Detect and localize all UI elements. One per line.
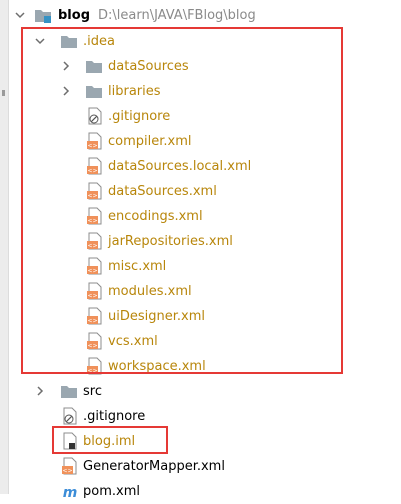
project-name: blog — [58, 8, 90, 23]
chevron-right-icon[interactable] — [35, 386, 45, 396]
folder-icon — [61, 386, 77, 398]
svg-text:<>: <> — [87, 368, 97, 375]
file-label: encodings.xml — [108, 209, 203, 224]
xml-file-icon: <> — [87, 232, 102, 250]
idea-folder-label: .idea — [83, 34, 115, 49]
tree-row-file[interactable]: <> misc.xml — [0, 254, 401, 279]
svg-text:<>: <> — [62, 468, 72, 475]
tree-row-file[interactable]: <> modules.xml — [0, 279, 401, 304]
file-label: modules.xml — [108, 284, 192, 299]
svg-text:<>: <> — [87, 318, 97, 325]
svg-text:<>: <> — [87, 243, 97, 250]
tree-row-idea-folder[interactable]: .idea — [0, 29, 401, 54]
svg-text:<>: <> — [87, 293, 97, 300]
tree-row-file[interactable]: <> compiler.xml — [0, 129, 401, 154]
xml-file-icon: <> — [87, 282, 102, 300]
xml-file-icon: <> — [87, 157, 102, 175]
tree-row-file[interactable]: <> vcs.xml — [0, 329, 401, 354]
xml-file-icon: <> — [87, 182, 102, 200]
tree-row-file[interactable]: <> encodings.xml — [0, 204, 401, 229]
xml-file-icon: <> — [87, 332, 102, 350]
ignore-file-icon — [88, 107, 102, 125]
tree-row-file[interactable]: <> workspace.xml — [0, 354, 401, 379]
module-folder-icon — [35, 10, 51, 23]
folder-icon — [86, 61, 102, 73]
tree-row-file[interactable]: <> dataSources.xml — [0, 179, 401, 204]
svg-text:<>: <> — [87, 218, 97, 225]
svg-text:<>: <> — [87, 168, 97, 175]
tree-row-src-folder[interactable]: src — [0, 379, 401, 404]
xml-file-icon: <> — [87, 132, 102, 150]
tree-row-project-root[interactable]: blog D:\learn\JAVA\FBlog\blog — [0, 3, 401, 28]
chevron-right-icon[interactable] — [61, 86, 71, 96]
svg-text:<>: <> — [87, 193, 97, 200]
tree-row-file[interactable]: <> uiDesigner.xml — [0, 304, 401, 329]
chevron-down-icon[interactable] — [35, 36, 45, 46]
xml-file-icon: <> — [87, 257, 102, 275]
file-label: compiler.xml — [108, 134, 192, 149]
iml-file-icon — [63, 432, 77, 450]
folder-icon — [61, 36, 77, 48]
file-label: vcs.xml — [108, 334, 158, 349]
file-label: .gitignore — [108, 109, 171, 124]
tree-row-file[interactable]: <> dataSources.local.xml — [0, 154, 401, 179]
xml-file-icon: <> — [87, 207, 102, 225]
tree-row-datasources-folder[interactable]: dataSources — [0, 54, 401, 79]
src-folder-label: src — [83, 384, 102, 399]
file-label: pom.xml — [83, 484, 140, 499]
tree-row-file[interactable]: .gitignore — [0, 404, 401, 429]
xml-file-icon: <> — [87, 307, 102, 325]
tree-row-file[interactable]: blog.iml — [0, 429, 401, 454]
file-label: GeneratorMapper.xml — [83, 459, 225, 474]
subfolder-label: libraries — [108, 84, 161, 99]
tree-row-file[interactable]: <> GeneratorMapper.xml — [0, 454, 401, 479]
maven-icon: m — [63, 485, 78, 500]
ignore-file-icon — [63, 407, 77, 425]
file-label: workspace.xml — [108, 359, 206, 374]
file-label: jarRepositories.xml — [108, 234, 233, 249]
svg-text:<>: <> — [87, 268, 97, 275]
file-label: uiDesigner.xml — [108, 309, 205, 324]
tree-row-file[interactable]: .gitignore — [0, 104, 401, 129]
tree-row-libraries-folder[interactable]: libraries — [0, 79, 401, 104]
file-label: dataSources.xml — [108, 184, 217, 199]
xml-file-icon: <> — [62, 457, 77, 475]
file-label: dataSources.local.xml — [108, 159, 252, 174]
tree-row-file[interactable]: m pom.xml — [0, 479, 401, 504]
xml-file-icon: <> — [87, 357, 102, 375]
file-label: blog.iml — [83, 434, 136, 449]
svg-text:<>: <> — [87, 143, 97, 150]
project-path: D:\learn\JAVA\FBlog\blog — [98, 8, 256, 23]
file-label: misc.xml — [108, 259, 167, 274]
tree-row-file[interactable]: <> jarRepositories.xml — [0, 229, 401, 254]
chevron-right-icon[interactable] — [61, 61, 71, 71]
svg-text:m: m — [63, 485, 78, 500]
subfolder-label: dataSources — [108, 59, 189, 74]
chevron-down-icon[interactable] — [15, 10, 25, 20]
folder-icon — [86, 86, 102, 98]
svg-text:<>: <> — [87, 343, 97, 350]
file-label: .gitignore — [83, 409, 146, 424]
